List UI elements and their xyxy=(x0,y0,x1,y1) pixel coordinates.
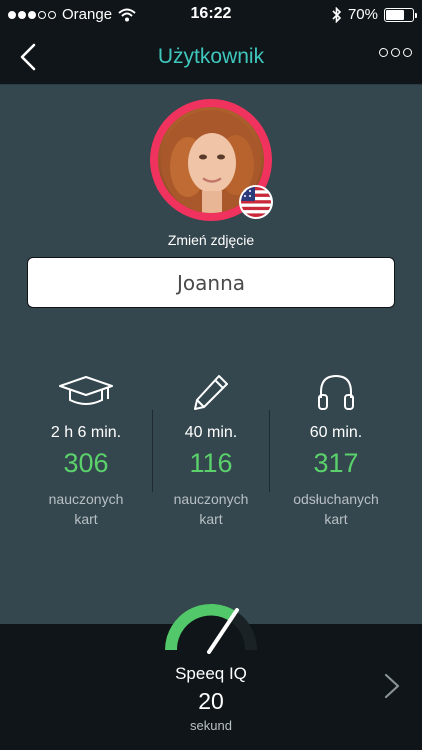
stat-time: 40 min. xyxy=(184,424,238,441)
stat-time: 60 min. xyxy=(309,424,363,441)
avatar[interactable] xyxy=(150,99,273,221)
status-right: 70% xyxy=(332,6,417,23)
stat-value: 317 xyxy=(313,448,359,478)
nav-bar: Użytkownik xyxy=(0,30,422,85)
stat-desc-line: kart xyxy=(199,511,223,527)
more-dot-icon xyxy=(403,48,412,57)
battery-percent: 70% xyxy=(347,6,378,23)
chevron-right-icon[interactable] xyxy=(382,672,402,700)
stat-desc-line: nauczonych xyxy=(48,491,124,507)
page-title: Użytkownik xyxy=(157,45,265,68)
us-flag-icon xyxy=(239,185,273,219)
graduation-cap-icon xyxy=(16,372,156,412)
stat-desc-line: kart xyxy=(74,511,98,527)
stat-value: 306 xyxy=(63,448,109,478)
speeq-iq-value: 20 xyxy=(198,688,224,714)
speeq-iq-unit: sekund xyxy=(190,718,232,733)
speedometer-gauge-icon xyxy=(164,603,258,654)
stat-written-cards: 40 min. 116 nauczonych kart xyxy=(141,372,281,529)
more-dot-icon xyxy=(379,48,388,57)
pencil-icon xyxy=(141,372,281,412)
more-dot-icon xyxy=(391,48,400,57)
bluetooth-icon xyxy=(332,6,342,23)
stat-desc-line: nauczonych xyxy=(173,491,249,507)
stat-desc-line: kart xyxy=(324,511,348,527)
stat-studied-cards: 2 h 6 min. 306 nauczonych kart xyxy=(16,372,156,529)
battery-fill xyxy=(386,9,405,20)
stat-description: odsłuchanych kart xyxy=(266,489,406,529)
stat-description: nauczonych kart xyxy=(16,489,156,529)
battery-icon xyxy=(384,7,417,22)
name-input[interactable]: Joanna xyxy=(27,257,395,308)
stat-description: nauczonych kart xyxy=(141,489,281,529)
stat-value: 116 xyxy=(189,448,233,478)
headphones-icon xyxy=(266,372,406,412)
change-photo-link[interactable]: Zmień zdjęcie xyxy=(0,232,422,248)
stat-desc-line: odsłuchanych xyxy=(293,491,379,507)
stat-time: 2 h 6 min. xyxy=(50,424,122,441)
more-options-button[interactable] xyxy=(379,48,412,57)
speeq-iq-label: Speeq IQ xyxy=(175,664,247,683)
stat-listened-cards: 60 min. 317 odsłuchanych kart xyxy=(266,372,406,529)
status-bar: Orange 16:22 70% xyxy=(0,0,422,30)
